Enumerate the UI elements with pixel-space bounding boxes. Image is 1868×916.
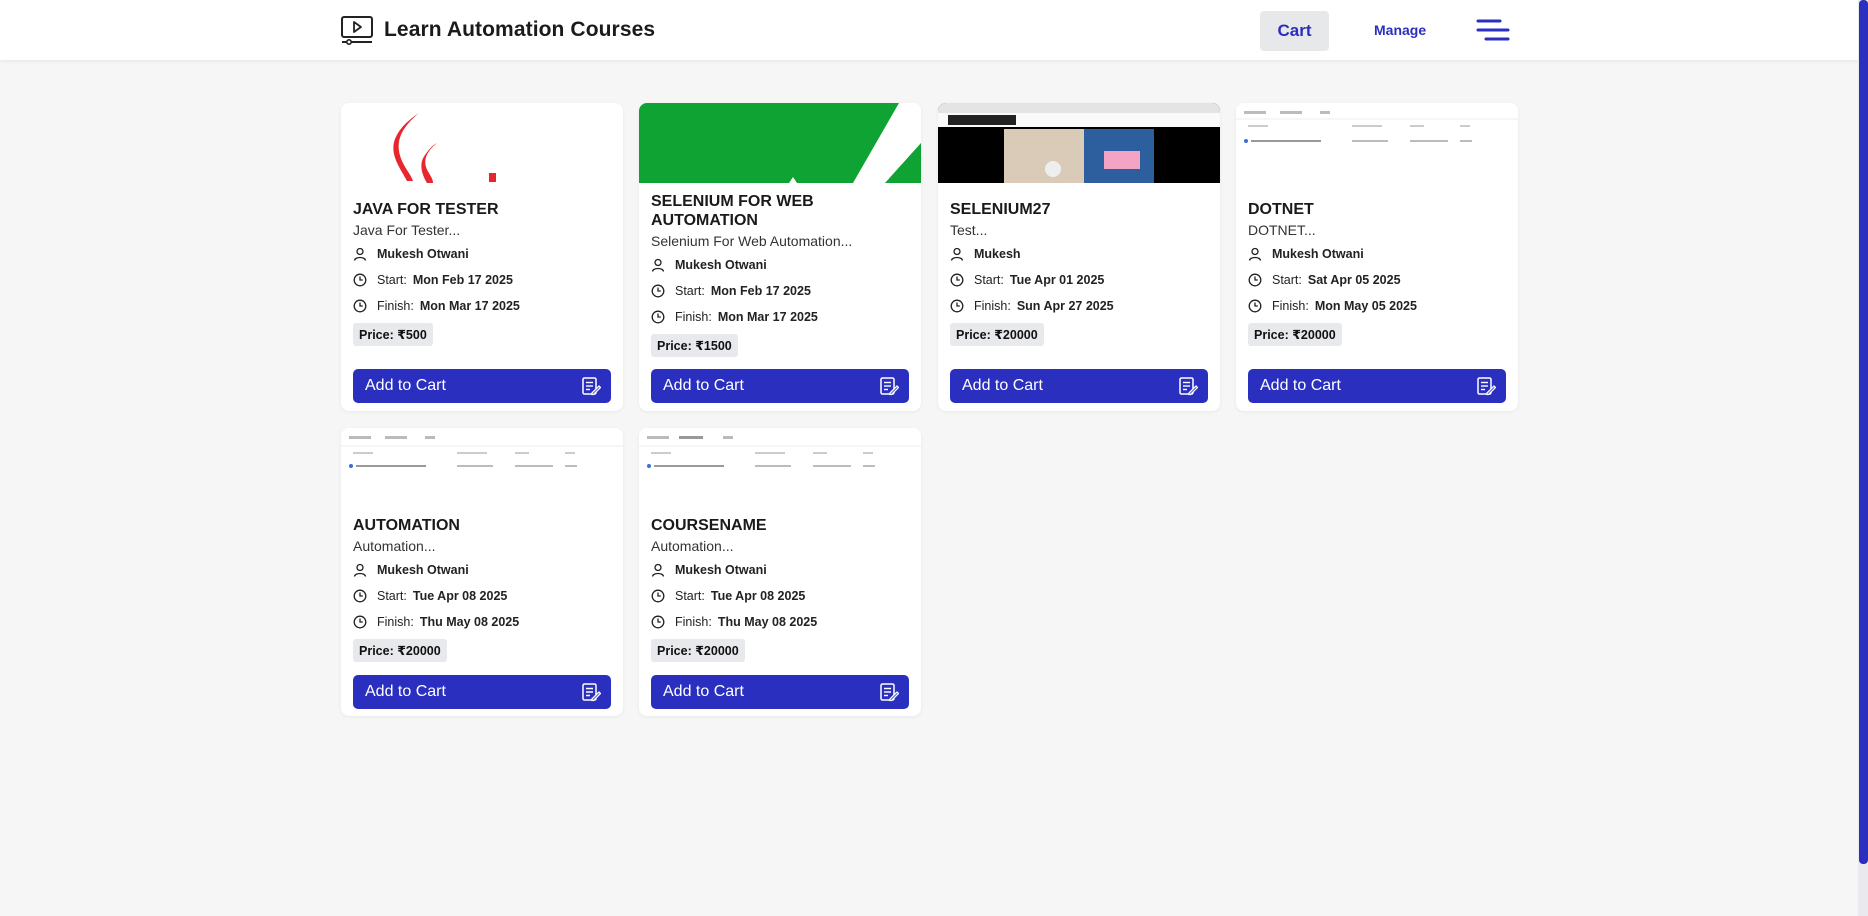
- clock-icon: [353, 615, 367, 629]
- course-author: Mukesh: [950, 241, 1208, 267]
- clock-icon: [950, 299, 964, 313]
- cart-button[interactable]: Cart: [1260, 11, 1329, 51]
- course-author: Mukesh Otwani: [651, 557, 909, 583]
- video-course-icon: [341, 16, 373, 45]
- course-title[interactable]: AUTOMATION: [353, 516, 611, 535]
- price-badge: Price: ₹20000: [950, 323, 1044, 346]
- course-author: Mukesh Otwani: [1248, 241, 1506, 267]
- edit-note-icon: [582, 683, 601, 702]
- course-author: Mukesh Otwani: [651, 252, 909, 278]
- clock-icon: [1248, 273, 1262, 287]
- course-thumbnail-java: [341, 103, 623, 183]
- edit-note-icon: [880, 683, 899, 702]
- course-description: DOTNET...: [1248, 222, 1316, 238]
- top-navbar: Learn Automation Courses Cart Manage: [0, 0, 1858, 60]
- course-card: DOTNET DOTNET... Mukesh Otwani Start: Sat…: [1236, 103, 1518, 411]
- edit-note-icon: [582, 377, 601, 396]
- add-to-cart-button[interactable]: Add to Cart: [1248, 369, 1506, 403]
- course-card: JAVA FOR TESTER Java For Tester... Mukes…: [341, 103, 623, 411]
- clock-icon: [1248, 299, 1262, 313]
- price-badge: Price: ₹1500: [651, 334, 738, 357]
- course-start: Start: Tue Apr 08 2025: [353, 583, 611, 609]
- course-start: Start: Tue Apr 08 2025: [651, 583, 909, 609]
- brand[interactable]: Learn Automation Courses: [340, 15, 655, 45]
- user-icon: [950, 247, 964, 261]
- clock-icon: [353, 273, 367, 287]
- price-badge: Price: ₹20000: [651, 639, 745, 662]
- java-logo-image: [393, 113, 496, 183]
- clock-icon: [651, 284, 665, 298]
- course-title[interactable]: SELENIUM27: [950, 200, 1208, 219]
- edit-note-icon: [1179, 377, 1198, 396]
- user-icon: [651, 563, 665, 577]
- course-card: SELENIUM FOR WEB AUTOMATION Selenium For…: [639, 103, 921, 411]
- course-start: Start: Sat Apr 05 2025: [1248, 267, 1506, 293]
- price-badge: Price: ₹20000: [1248, 323, 1342, 346]
- course-start: Start: Mon Feb 17 2025: [353, 267, 611, 293]
- course-title[interactable]: SELENIUM FOR WEB AUTOMATION: [651, 192, 909, 230]
- edit-note-icon: [1477, 377, 1496, 396]
- user-icon: [353, 563, 367, 577]
- course-thumbnail-selenium: [639, 103, 921, 183]
- course-title[interactable]: DOTNET: [1248, 200, 1506, 219]
- course-thumbnail-screenshot: [938, 103, 1220, 183]
- price-badge: Price: ₹500: [353, 323, 433, 346]
- course-start: Start: Tue Apr 01 2025: [950, 267, 1208, 293]
- course-finish: Finish: Thu May 08 2025: [651, 609, 909, 635]
- add-to-cart-button[interactable]: Add to Cart: [651, 369, 909, 403]
- course-author: Mukesh Otwani: [353, 557, 611, 583]
- edit-note-icon: [880, 377, 899, 396]
- manage-link[interactable]: Manage: [1374, 22, 1426, 38]
- course-card: COURSENAME Automation... Mukesh Otwani S…: [639, 428, 921, 716]
- add-to-cart-button[interactable]: Add to Cart: [353, 369, 611, 403]
- course-finish: Finish: Thu May 08 2025: [353, 609, 611, 635]
- course-thumbnail-file-list: [341, 428, 623, 508]
- add-to-cart-button[interactable]: Add to Cart: [950, 369, 1208, 403]
- course-description: Automation...: [651, 538, 734, 554]
- course-description: Selenium For Web Automation...: [651, 233, 853, 249]
- course-finish: Finish: Sun Apr 27 2025: [950, 293, 1208, 319]
- course-finish: Finish: Mon Mar 17 2025: [651, 304, 909, 330]
- user-icon: [353, 247, 367, 261]
- course-description: Java For Tester...: [353, 222, 461, 238]
- course-author: Mukesh Otwani: [353, 241, 611, 267]
- clock-icon: [353, 299, 367, 313]
- course-description: Automation...: [353, 538, 436, 554]
- clock-icon: [651, 589, 665, 603]
- course-thumbnail-file-list: [1236, 103, 1518, 183]
- course-title[interactable]: COURSENAME: [651, 516, 909, 535]
- clock-icon: [651, 310, 665, 324]
- course-title[interactable]: JAVA FOR TESTER: [353, 200, 611, 219]
- clock-icon: [651, 615, 665, 629]
- course-thumbnail-file-list: [639, 428, 921, 508]
- course-start: Start: Mon Feb 17 2025: [651, 278, 909, 304]
- add-to-cart-button[interactable]: Add to Cart: [353, 675, 611, 709]
- app-title: Learn Automation Courses: [384, 18, 656, 41]
- user-icon: [651, 258, 665, 272]
- user-icon: [1248, 247, 1262, 261]
- hamburger-menu-icon[interactable]: [1476, 18, 1510, 42]
- clock-icon: [950, 273, 964, 287]
- scrollbar-thumb[interactable]: [1859, 0, 1868, 864]
- clock-icon: [353, 589, 367, 603]
- course-finish: Finish: Mon Mar 17 2025: [353, 293, 611, 319]
- course-description: Test...: [950, 222, 988, 238]
- course-card: AUTOMATION Automation... Mukesh Otwani S…: [341, 428, 623, 716]
- price-badge: Price: ₹20000: [353, 639, 447, 662]
- course-finish: Finish: Mon May 05 2025: [1248, 293, 1506, 319]
- course-card: SELENIUM27 Test... Mukesh Start: Tue Apr …: [938, 103, 1220, 411]
- add-to-cart-button[interactable]: Add to Cart: [651, 675, 909, 709]
